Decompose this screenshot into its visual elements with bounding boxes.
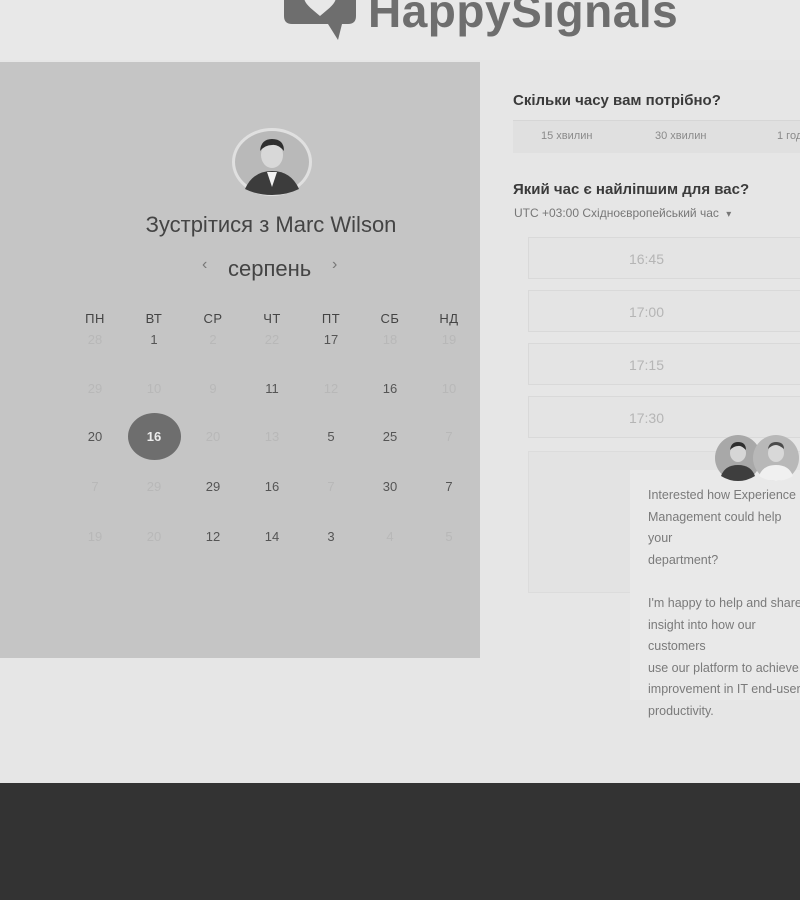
- duration-question: Скільки часу вам потрібно?: [513, 92, 721, 109]
- calendar-day: 5: [445, 529, 453, 544]
- calendar-day[interactable]: 20: [75, 427, 115, 447]
- calendar-day[interactable]: 1: [134, 330, 174, 350]
- footer: [0, 783, 800, 900]
- weekday-header: ПТ: [321, 311, 341, 326]
- calendar-day: 10: [441, 381, 457, 396]
- time-slot[interactable]: 16:45: [528, 237, 800, 279]
- calendar-day[interactable]: 3: [311, 527, 351, 547]
- calendar-day: 28: [87, 332, 103, 347]
- calendar-day[interactable]: 5: [311, 427, 351, 447]
- header: HappySignals: [0, 0, 800, 60]
- chevron-down-icon: ▾: [726, 209, 732, 220]
- time-slot[interactable]: 17:15: [528, 343, 800, 385]
- duration-option-30[interactable]: 30 хвилин: [655, 130, 706, 142]
- calendar-day[interactable]: 30: [370, 477, 410, 497]
- month-navigation: ‹ серпень ›: [196, 256, 348, 284]
- calendar-day[interactable]: 17: [311, 330, 351, 350]
- timezone-select[interactable]: UTC +03:00 Східноєвропейський час ▾: [514, 206, 731, 220]
- chevron-right-icon[interactable]: ›: [332, 256, 337, 274]
- calendar-day[interactable]: 25: [370, 427, 410, 447]
- calendar-day: 19: [87, 529, 103, 544]
- calendar-day: 20: [146, 529, 162, 544]
- calendar-day: 7: [327, 479, 335, 494]
- calendar-day[interactable]: 14: [252, 527, 292, 547]
- calendar-day: 7: [445, 429, 453, 444]
- calendar-day: 2: [209, 332, 217, 347]
- calendar-day[interactable]: 16: [252, 477, 292, 497]
- calendar-day[interactable]: 12: [193, 527, 233, 547]
- calendar-day[interactable]: 11: [252, 379, 292, 399]
- calendar-day: 12: [323, 381, 339, 396]
- calendar-day: 18: [382, 332, 398, 347]
- weekday-header: СБ: [380, 311, 400, 326]
- time-slot[interactable]: 17:00: [528, 290, 800, 332]
- weekday-header: ПН: [85, 311, 105, 326]
- chevron-left-icon[interactable]: ‹: [202, 256, 207, 274]
- time-question: Який час є найліпшим для вас?: [513, 181, 750, 198]
- calendar-day: 4: [386, 529, 394, 544]
- calendar-day[interactable]: 29: [193, 477, 233, 497]
- calendar-day-selected[interactable]: 16: [134, 427, 174, 447]
- calendar-day: 19: [441, 332, 457, 347]
- agent-avatars: [715, 435, 799, 481]
- calendar-day: 29: [87, 381, 103, 396]
- calendar-day: 20: [205, 429, 221, 444]
- calendar-day: 13: [264, 429, 280, 444]
- calendar-day: 10: [146, 381, 162, 396]
- timezone-label: UTC +03:00 Східноєвропейський час: [514, 206, 719, 220]
- calendar-day: 29: [146, 479, 162, 494]
- weekday-header: ЧТ: [263, 311, 281, 326]
- weekday-header: НД: [439, 311, 459, 326]
- calendar-day: 7: [91, 479, 99, 494]
- month-label: серпень: [228, 256, 312, 281]
- chat-message: Interested how Experience Management cou…: [648, 488, 800, 718]
- duration-option-15[interactable]: 15 хвилин: [541, 130, 592, 142]
- brand-name[interactable]: HappySignals: [368, 0, 678, 38]
- calendar-day: 9: [209, 381, 217, 396]
- meeting-title: Зустрітися з Marc Wilson: [145, 212, 397, 237]
- calendar-day: 22: [264, 332, 280, 347]
- weekday-header: ВТ: [145, 311, 163, 326]
- calendar-day[interactable]: 7: [429, 477, 469, 497]
- time-slot[interactable]: 17:30: [528, 396, 800, 438]
- speech-heart-logo-icon: [284, 0, 356, 40]
- calendar-day[interactable]: 16: [370, 379, 410, 399]
- host-avatar: [232, 128, 312, 196]
- duration-option-60[interactable]: 1 год: [777, 130, 800, 142]
- weekday-header: СР: [203, 311, 223, 326]
